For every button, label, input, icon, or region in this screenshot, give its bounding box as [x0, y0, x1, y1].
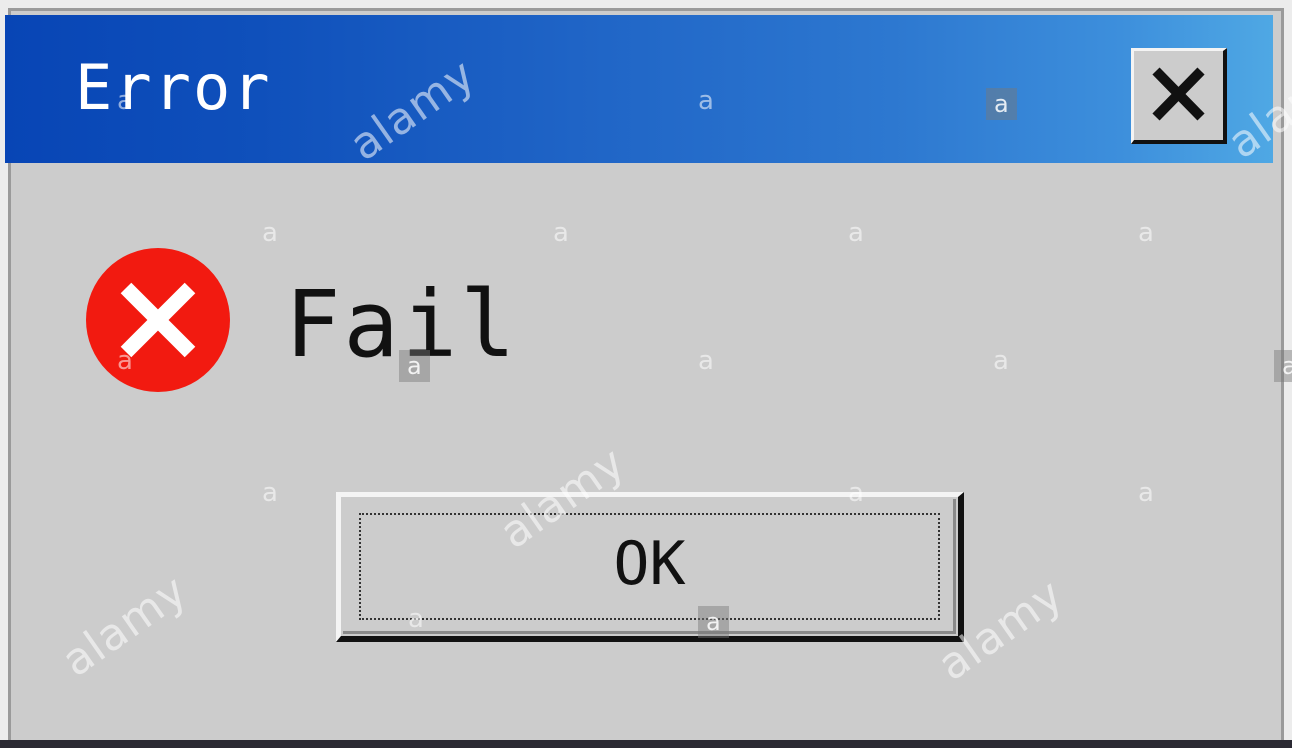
window-title: Error — [75, 51, 272, 124]
ok-button[interactable]: OK — [336, 492, 964, 642]
close-x-icon — [1152, 67, 1205, 121]
bottom-strip — [0, 740, 1292, 748]
close-button[interactable] — [1131, 48, 1227, 144]
error-x-circle-icon — [86, 248, 230, 392]
title-bar[interactable]: Error — [5, 15, 1273, 163]
ok-button-label: OK — [613, 529, 686, 599]
error-message: Fail — [285, 271, 519, 378]
